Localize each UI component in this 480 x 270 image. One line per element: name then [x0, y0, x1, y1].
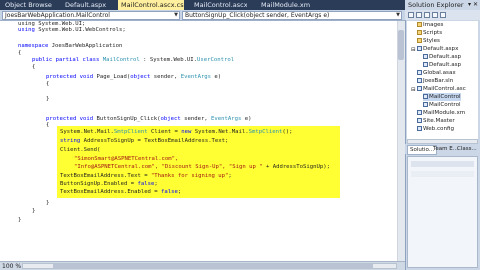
properties-icon[interactable]: [408, 12, 414, 18]
view-designer-icon[interactable]: [440, 12, 446, 18]
code-line: }: [46, 200, 50, 206]
tree-item-mailcontrol-designer[interactable]: MailControl: [423, 101, 461, 109]
code-line: }: [18, 217, 22, 223]
code-line: {: [18, 50, 22, 56]
tree-item-scripts[interactable]: Scripts: [417, 29, 442, 37]
tab-label: MailControl.ascx*: [194, 1, 247, 9]
code-line: {: [46, 81, 50, 87]
scrollbar-thumb[interactable]: [398, 30, 404, 60]
tree-item-default-designer[interactable]: Default.asp: [423, 53, 461, 61]
code-line: TextBoxEmailAddress.Enabled = false;: [60, 189, 182, 195]
tree-item-global-asax[interactable]: Global.asax: [417, 69, 456, 77]
file-icon: [423, 54, 428, 59]
zoom-level[interactable]: 100 %: [2, 263, 21, 270]
code-line: {: [46, 122, 50, 128]
view-code-icon[interactable]: [432, 12, 438, 18]
tree-item-default-codebehind[interactable]: Default.asp: [423, 61, 461, 69]
chevron-down-icon: ▼: [174, 12, 178, 18]
tree-item-styles[interactable]: Styles: [417, 37, 440, 45]
code-line: namespace JoesBarWebApplication: [18, 43, 123, 49]
code-line: Client.Send(: [60, 147, 101, 153]
file-icon: [417, 118, 422, 123]
code-line: protected void ButtonSignUp_Click(object…: [46, 116, 252, 122]
tab-label: Default.aspx: [65, 1, 107, 9]
pin-icon[interactable]: ▾ ✕: [468, 0, 478, 10]
folder-icon: [417, 38, 422, 43]
scrollbar-thumb[interactable]: [53, 264, 373, 268]
tab-default-aspx[interactable]: Default.aspx: [62, 0, 110, 10]
code-line: "SimonSmart@ASPNETCentral.com",: [74, 156, 179, 162]
document-tab-strip: Object Browser Default.aspx MailControl.…: [0, 0, 405, 10]
tab-label: MailControl.ascx.cs: [121, 1, 184, 9]
collapse-icon[interactable]: ⊟: [411, 46, 416, 53]
code-line: "Info@ASPNETCentral.com", "Discount Sign…: [74, 164, 330, 170]
properties-row: [411, 161, 474, 167]
tab-object-browser[interactable]: Object Browser: [2, 0, 52, 10]
refresh-icon[interactable]: [424, 12, 430, 18]
editor-status-bar: 100 %: [0, 261, 405, 270]
code-line: string AddressToSignUp = TextBoxEmailAdd…: [60, 138, 229, 144]
tab-mailmodule-xml[interactable]: MailModule.xml: [258, 0, 310, 10]
tab-mailcontrol-ascx[interactable]: MailControl.ascx*: [191, 0, 247, 10]
tree-item-web-config[interactable]: Web.config: [417, 125, 454, 133]
tab-mailcontrol-ascx-cs[interactable]: MailControl.ascx.cs×: [118, 0, 184, 10]
file-icon: [423, 94, 428, 99]
folder-icon: [417, 30, 422, 35]
class-dropdown[interactable]: JoesBarWebApplication.MailControl ▼: [2, 11, 180, 20]
code-line: ButtonSignUp.Enabled = false;: [60, 181, 158, 187]
code-line: using System.Web.UI.WebControls;: [18, 27, 126, 33]
tree-item-mailmodule-xml[interactable]: MailModule.xm: [417, 109, 465, 117]
solution-explorer-toolbar: [405, 10, 480, 20]
code-line: public partial class MailControl : Syste…: [32, 57, 235, 63]
code-line: }: [46, 96, 50, 102]
tree-item-images[interactable]: Images: [417, 21, 443, 29]
tree-item-joesbar-sln[interactable]: JoesBar.sln: [417, 77, 453, 85]
code-editor[interactable]: using System.Web.UI; using System.Web.UI…: [0, 21, 397, 261]
tab-label: MailModule.xml: [261, 1, 310, 9]
collapse-icon[interactable]: ⊟: [411, 86, 416, 93]
code-line: }: [32, 208, 36, 214]
editor-horizontal-scrollbar[interactable]: [22, 263, 397, 269]
file-icon: [417, 78, 422, 83]
tree-item-site-master[interactable]: Site.Master: [417, 117, 455, 125]
tab-label: Object Browser: [5, 1, 52, 9]
code-line: protected void Page_Load(object sender, …: [46, 74, 222, 80]
code-line: TextBoxEmailAddress.Text = "Thanks for s…: [60, 173, 232, 179]
tree-item-mailcontrol-ascx[interactable]: ⊟ MailControl.asc: [411, 85, 466, 93]
tree-item-default-aspx[interactable]: ⊟ Default.aspx: [411, 45, 458, 53]
navigation-bar: JoesBarWebApplication.MailControl ▼ Butt…: [0, 10, 405, 21]
file-icon: [417, 110, 422, 115]
file-icon: [417, 70, 422, 75]
folder-icon: [417, 22, 422, 27]
file-icon: [417, 126, 422, 131]
page-icon: [417, 46, 422, 51]
chevron-down-icon: ▼: [396, 12, 400, 18]
file-icon: [423, 102, 428, 107]
class-dropdown-value: JoesBarWebApplication.MailControl: [5, 12, 110, 19]
solution-tree[interactable]: Images Scripts Styles ⊟ Default.aspx Defa…: [407, 21, 478, 139]
solution-explorer-tabs: Solutio... Team E... Class...: [405, 144, 480, 155]
show-all-files-icon[interactable]: [416, 12, 422, 18]
code-line: System.Net.Mail.SmtpClient Client = new …: [60, 129, 293, 135]
method-dropdown[interactable]: ButtonSignUp_Click(object sender, EventA…: [182, 11, 402, 20]
method-dropdown-value: ButtonSignUp_Click(object sender, EventA…: [185, 12, 330, 19]
tab-class-view[interactable]: Class...: [455, 145, 479, 153]
page-icon: [417, 86, 422, 91]
panel-title: Solution Explorer: [408, 1, 464, 9]
properties-row: [411, 171, 474, 177]
file-icon: [423, 62, 428, 67]
code-line: {: [32, 64, 36, 70]
solution-explorer-title: Solution Explorer ▾ ✕: [405, 0, 480, 10]
tree-item-mailcontrol-codebehind[interactable]: MailControl: [423, 93, 461, 101]
properties-panel[interactable]: [407, 156, 478, 268]
